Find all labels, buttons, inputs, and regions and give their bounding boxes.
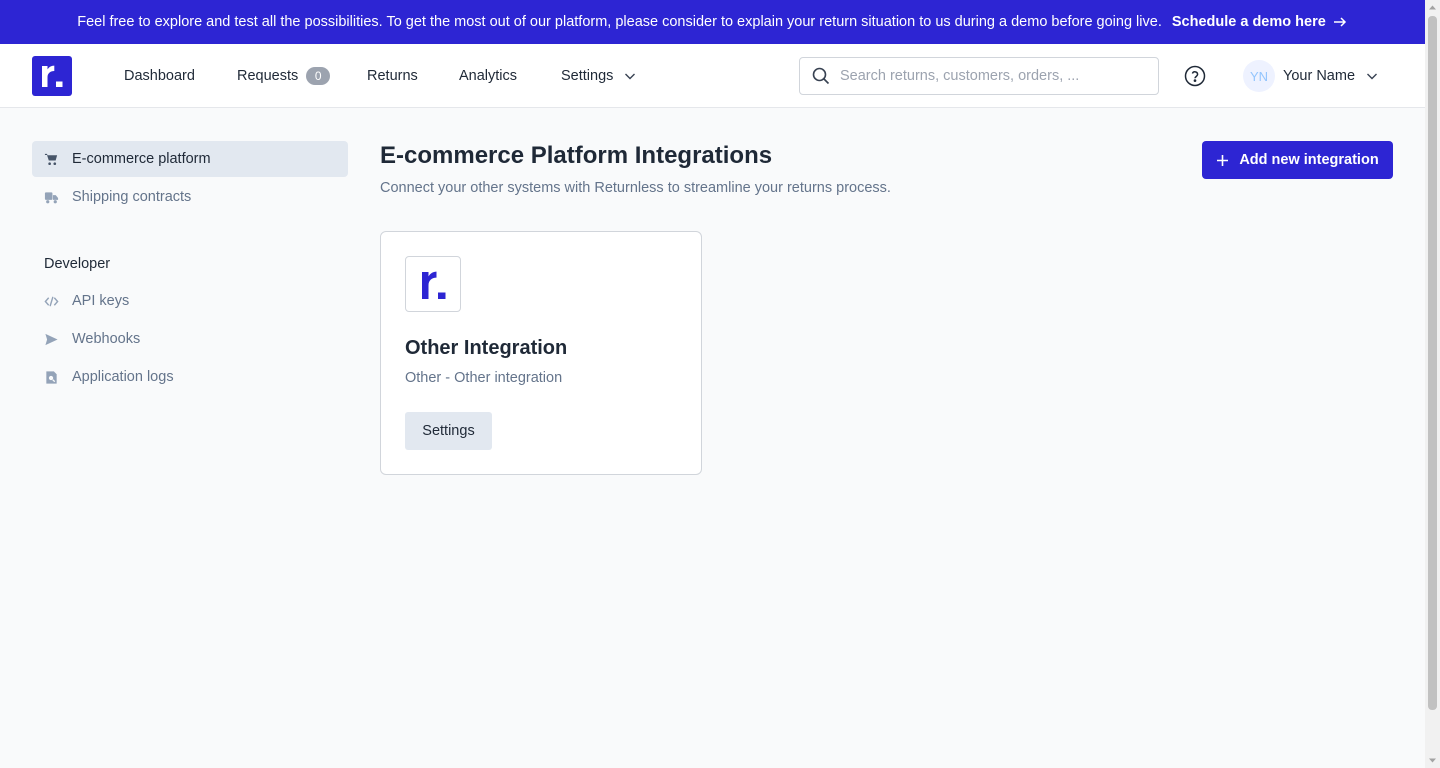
integration-title: Other Integration — [405, 337, 568, 359]
integration-settings-button[interactable]: Settings — [405, 412, 492, 450]
sidebar-item-label: Shipping contracts — [72, 189, 192, 205]
page-title: E-commerce Platform Integrations — [380, 142, 773, 169]
nav-returns-label: Returns — [367, 68, 418, 84]
plus-icon — [1217, 154, 1229, 166]
code-icon — [44, 296, 59, 306]
help-icon[interactable] — [1184, 65, 1206, 87]
banner-message: Feel free to explore and test all the po… — [77, 14, 1162, 30]
nav-requests[interactable]: Requests 0 — [237, 44, 331, 108]
send-icon — [45, 333, 58, 345]
chevron-down-icon — [1367, 73, 1378, 80]
add-new-integration-button[interactable]: Add new integration — [1202, 141, 1393, 179]
sidebar-item-webhooks[interactable]: Webhooks — [32, 321, 348, 357]
logo-r-icon — [422, 271, 446, 299]
page-subtitle: Connect your other systems with Returnle… — [380, 180, 891, 196]
search-icon — [812, 67, 830, 85]
schedule-demo-link[interactable]: Schedule a demo here — [1172, 14, 1348, 30]
scroll-down-icon[interactable] — [1428, 756, 1437, 765]
nav-settings[interactable]: Settings — [561, 44, 637, 108]
sidebar-item-api-keys[interactable]: API keys — [32, 283, 348, 319]
avatar: YN — [1243, 60, 1275, 92]
nav-dashboard[interactable]: Dashboard — [124, 44, 195, 108]
announcement-banner: Feel free to explore and test all the po… — [0, 0, 1425, 44]
nav-analytics[interactable]: Analytics — [459, 44, 517, 108]
nav-settings-label: Settings — [561, 68, 614, 84]
cart-icon — [44, 153, 58, 165]
top-navigation: Dashboard Requests 0 Returns Analytics S… — [0, 44, 1425, 108]
sidebar-item-application-logs[interactable]: Application logs — [32, 359, 348, 395]
sidebar-item-label: Webhooks — [72, 331, 141, 347]
user-menu[interactable]: YN Your Name — [1243, 58, 1379, 94]
scroll-thumb[interactable] — [1428, 16, 1437, 710]
integration-card: Other Integration Other - Other integrat… — [380, 231, 702, 475]
sidebar-item-label: Application logs — [72, 369, 174, 385]
schedule-demo-label: Schedule a demo here — [1171, 14, 1326, 30]
nav-analytics-label: Analytics — [459, 68, 518, 84]
nav-dashboard-label: Dashboard — [124, 68, 195, 84]
global-search[interactable] — [799, 57, 1159, 95]
sidebar-item-ecommerce-platform[interactable]: E-commerce platform — [32, 141, 348, 177]
log-search-icon — [46, 370, 57, 384]
add-new-integration-label: Add new integration — [1239, 152, 1379, 168]
user-name: Your Name — [1283, 68, 1356, 84]
chevron-down-icon — [625, 73, 636, 80]
logo-r-icon — [42, 65, 63, 87]
arrow-right-icon — [1333, 17, 1346, 27]
sidebar-item-label: E-commerce platform — [72, 151, 211, 167]
page-scrollbar[interactable] — [1425, 0, 1440, 768]
sidebar-item-shipping-contracts[interactable]: Shipping contracts — [32, 179, 348, 215]
nav-requests-label: Requests — [237, 68, 299, 84]
sidebar-heading-developer: Developer — [44, 256, 111, 272]
integration-subtitle: Other - Other integration — [405, 370, 563, 386]
search-input[interactable] — [840, 68, 1140, 84]
scroll-up-icon[interactable] — [1428, 3, 1437, 12]
nav-returns[interactable]: Returns — [367, 44, 418, 108]
returnless-logo[interactable] — [32, 56, 72, 96]
sidebar-item-label: API keys — [72, 293, 130, 309]
truck-icon — [44, 191, 59, 203]
avatar-initials: YN — [1249, 68, 1269, 84]
requests-count-badge: 0 — [306, 67, 331, 85]
integration-logo — [405, 256, 461, 312]
